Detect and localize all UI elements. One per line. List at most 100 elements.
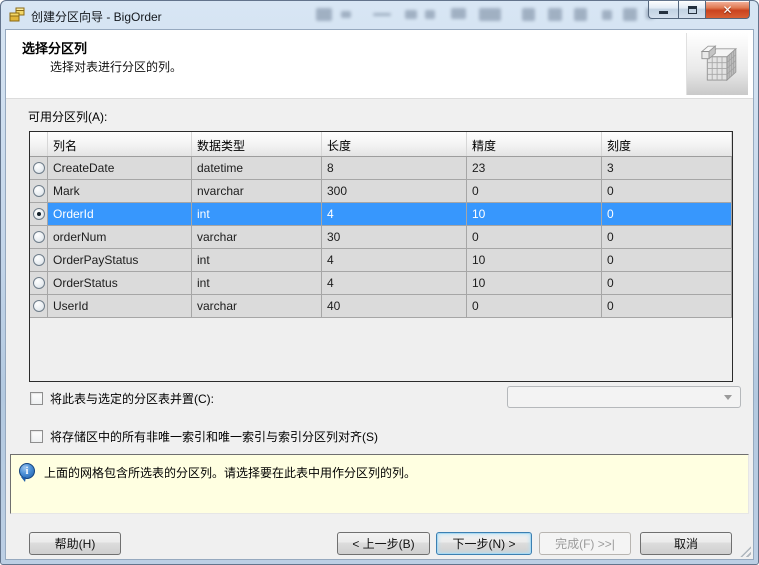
close-button[interactable]: ✕ (706, 1, 750, 19)
cancel-button[interactable]: 取消 (640, 532, 732, 555)
maximize-icon (687, 5, 697, 14)
back-button[interactable]: < 上一步(B) (337, 532, 430, 555)
cell-type: varchar (192, 226, 322, 248)
grid-header-type: 数据类型 (192, 132, 322, 156)
minimize-icon (659, 11, 668, 14)
radio-icon (32, 277, 45, 289)
row-radio-cell[interactable] (30, 272, 48, 294)
radio-icon (32, 208, 45, 220)
cell-length: 8 (322, 157, 467, 179)
redacted-blur (373, 13, 391, 16)
cell-name: orderNum (48, 226, 192, 248)
align-indexes-checkbox[interactable] (30, 430, 43, 443)
maximize-button[interactable] (678, 1, 706, 19)
cell-length: 300 (322, 180, 467, 202)
grid-header-length: 长度 (322, 132, 467, 156)
table-row[interactable]: UserId varchar 40 0 0 (30, 295, 732, 318)
row-radio-cell[interactable] (30, 226, 48, 248)
cell-scale: 0 (602, 249, 732, 271)
titlebar[interactable]: 创建分区向导 - BigOrder ✕ (1, 1, 758, 29)
info-icon: i (19, 463, 35, 482)
redacted-blur (341, 11, 351, 18)
cell-precision: 10 (467, 272, 602, 294)
wizard-header: 选择分区列 选择对表进行分区的列。 (6, 30, 753, 99)
cell-scale: 0 (602, 295, 732, 317)
row-radio-cell[interactable] (30, 157, 48, 179)
grid-header-precision: 精度 (467, 132, 602, 156)
cell-name: Mark (48, 180, 192, 202)
redacted-blur (623, 8, 637, 21)
redacted-blur (602, 10, 612, 20)
grid-body: CreateDate datetime 8 23 3 Mark nvarchar 300 0 0 O… (30, 157, 732, 318)
cell-name: OrderPayStatus (48, 249, 192, 271)
table-row[interactable]: CreateDate datetime 8 23 3 (30, 157, 732, 180)
row-radio-cell[interactable] (30, 180, 48, 202)
row-radio-cell[interactable] (30, 249, 48, 271)
redacted-blur (316, 8, 332, 21)
cell-precision: 0 (467, 180, 602, 202)
redacted-blur (548, 8, 562, 21)
align-indexes-checkbox-label: 将存储区中的所有非唯一索引和唯一索引与索引分区列对齐(S) (50, 430, 378, 444)
row-radio-cell[interactable] (30, 203, 48, 225)
collocate-checkbox-label: 将此表与选定的分区表并置(C): (50, 392, 214, 406)
cell-type: int (192, 249, 322, 271)
grid-header-scale: 刻度 (602, 132, 732, 156)
available-columns-label: 可用分区列(A): (28, 110, 108, 124)
grid-header-row: 列名 数据类型 长度 精度 刻度 (30, 132, 732, 157)
cell-length: 4 (322, 272, 467, 294)
cell-length: 4 (322, 249, 467, 271)
cell-type: int (192, 272, 322, 294)
cell-scale: 0 (602, 226, 732, 248)
cell-precision: 10 (467, 249, 602, 271)
cell-type: nvarchar (192, 180, 322, 202)
redacted-blur (451, 8, 466, 19)
cell-type: varchar (192, 295, 322, 317)
table-row[interactable]: OrderId int 4 10 0 (30, 203, 732, 226)
redacted-blur (522, 8, 535, 21)
info-panel: i 上面的网格包含所选表的分区列。请选择要在此表中用作分区列的列。 (10, 454, 749, 514)
cell-type: int (192, 203, 322, 225)
help-button[interactable]: 帮助(H) (29, 532, 121, 555)
grid-header-name: 列名 (48, 132, 192, 156)
page-title: 选择分区列 (22, 41, 88, 56)
table-row[interactable]: OrderPayStatus int 4 10 0 (30, 249, 732, 272)
radio-icon (32, 300, 45, 312)
collocate-checkbox[interactable] (30, 392, 43, 405)
cell-length: 4 (322, 203, 467, 225)
caption-buttons: ✕ (648, 1, 750, 19)
collocate-table-combobox[interactable] (507, 386, 741, 408)
partition-cube-image (686, 33, 748, 95)
cell-precision: 10 (467, 203, 602, 225)
redacted-blur (425, 10, 435, 19)
chevron-down-icon (724, 394, 732, 400)
grid-header-radio (30, 132, 48, 156)
radio-icon (32, 162, 45, 174)
radio-icon (32, 254, 45, 266)
radio-icon (32, 185, 45, 197)
page-subtitle: 选择对表进行分区的列。 (50, 60, 183, 74)
cell-scale: 3 (602, 157, 732, 179)
cell-precision: 0 (467, 226, 602, 248)
cell-scale: 0 (602, 180, 732, 202)
dialog-body: 选择分区列 选择对表进行分区的列。 可用分区列(A): 列名 数据类型 长度 精… (5, 29, 754, 560)
redacted-blur (574, 8, 587, 21)
partition-columns-grid[interactable]: 列名 数据类型 长度 精度 刻度 CreateDate datetime 8 23 3 M… (29, 131, 733, 382)
cell-scale: 0 (602, 203, 732, 225)
row-radio-cell[interactable] (30, 295, 48, 317)
partition-cube-icon (700, 45, 737, 82)
resize-grip[interactable] (740, 546, 751, 557)
redacted-blur (479, 8, 501, 21)
redacted-blur (405, 10, 417, 19)
minimize-button[interactable] (648, 1, 678, 19)
cell-length: 30 (322, 226, 467, 248)
cell-precision: 23 (467, 157, 602, 179)
collocate-checkbox-row[interactable]: 将此表与选定的分区表并置(C): (30, 390, 214, 407)
next-button[interactable]: 下一步(N) > (436, 532, 532, 555)
table-row[interactable]: Mark nvarchar 300 0 0 (30, 180, 732, 203)
cell-name: OrderId (48, 203, 192, 225)
table-row[interactable]: orderNum varchar 30 0 0 (30, 226, 732, 249)
table-row[interactable]: OrderStatus int 4 10 0 (30, 272, 732, 295)
wizard-app-icon (9, 7, 25, 22)
align-indexes-checkbox-row[interactable]: 将存储区中的所有非唯一索引和唯一索引与索引分区列对齐(S) (30, 428, 378, 445)
cell-precision: 0 (467, 295, 602, 317)
